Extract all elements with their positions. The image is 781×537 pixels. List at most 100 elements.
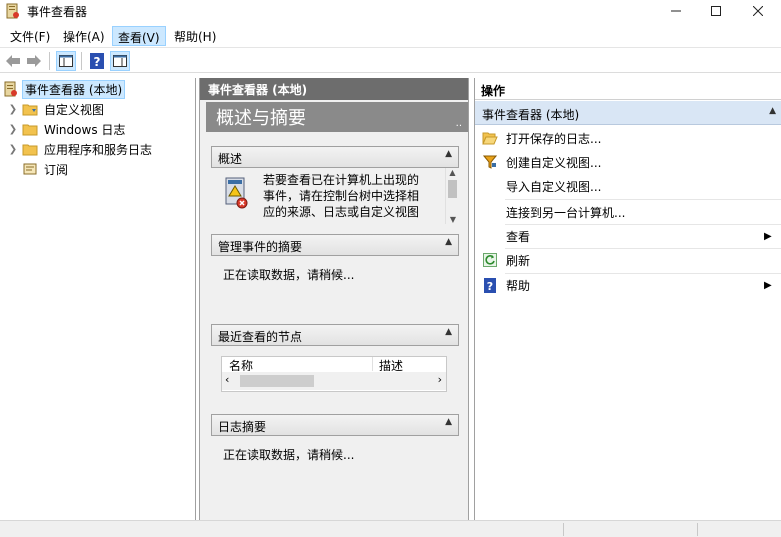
status-separator	[563, 523, 564, 536]
collapse-triangle-icon[interactable]: ▲	[445, 327, 452, 337]
collapse-triangle-icon[interactable]: ▲	[445, 149, 452, 159]
title-bar: 事件查看器	[0, 0, 781, 22]
status-bar	[0, 520, 781, 537]
action-refresh[interactable]: 刷新	[475, 248, 781, 272]
loading-text: 正在读取数据，请稍候...	[223, 268, 355, 282]
overview-section: 概述 ▲ 若要查看已在计算机上出现的 事件，请在控制台树中选择相 应的来源、日志…	[211, 146, 459, 224]
action-create-custom-view[interactable]: 创建自定义视图...	[475, 150, 781, 174]
action-label: 查看	[506, 229, 531, 244]
tree-item-windows-logs[interactable]: ❯ Windows 日志	[8, 119, 128, 139]
expand-chevron-icon[interactable]: ❯	[8, 104, 18, 115]
admin-events-header[interactable]: 管理事件的摘要 ▲	[211, 234, 459, 256]
console-tree-icon	[59, 55, 73, 67]
submenu-arrow-icon: ▶	[764, 279, 772, 291]
tree-item-subscriptions[interactable]: 订阅	[22, 159, 71, 179]
import-icon	[482, 178, 498, 194]
tree-item-custom-views[interactable]: ❯ 自定义视图	[8, 99, 107, 119]
folder-icon	[22, 104, 38, 116]
minimize-icon	[671, 10, 681, 12]
recent-nodes-body: 名称 描述 ‹ ›	[211, 346, 459, 402]
overview-description: 若要查看已在计算机上出现的 事件，请在控制台树中选择相 应的来源、日志或自定义视…	[263, 172, 441, 220]
subscription-icon	[23, 163, 37, 175]
expand-chevron-icon[interactable]: ❯	[8, 144, 18, 155]
overview-banner-title: 概述与摘要	[216, 108, 306, 129]
close-icon	[753, 6, 763, 16]
horizontal-scrollbar[interactable]: ‹ ›	[222, 372, 446, 390]
svg-text:?: ?	[487, 280, 493, 293]
actions-section-header[interactable]: 事件查看器 (本地) ▲	[475, 101, 781, 125]
scroll-right-icon[interactable]: ›	[438, 373, 442, 386]
column-header-description[interactable]: 描述	[379, 358, 403, 371]
submenu-arrow-icon: ▶	[764, 230, 772, 242]
overview-section-body: 若要查看已在计算机上出现的 事件，请在控制台树中选择相 应的来源、日志或自定义视…	[211, 168, 459, 224]
tree-item-label: 订阅	[44, 162, 69, 177]
collapse-triangle-icon[interactable]: ▲	[769, 106, 776, 116]
section-title: 日志摘要	[218, 420, 267, 434]
expand-chevron-icon[interactable]: ❯	[8, 124, 18, 135]
recent-nodes-section: 最近查看的节点 ▲ 名称 描述 ‹ ›	[211, 324, 459, 402]
log-summary-body: 正在读取数据，请稍候...	[211, 436, 459, 492]
scroll-down-icon[interactable]: ▼	[446, 215, 459, 224]
action-label: 刷新	[506, 253, 531, 268]
list-header: 名称 描述	[222, 357, 448, 371]
menu-help[interactable]: 帮助(H)	[169, 26, 221, 46]
view-icon	[482, 228, 498, 244]
tree-item-app-service-logs[interactable]: ❯ 应用程序和服务日志	[8, 139, 155, 159]
action-help-submenu[interactable]: ? 帮助 ▶	[475, 273, 781, 297]
action-import-custom-view[interactable]: 导入自定义视图...	[475, 174, 781, 198]
section-title: 最近查看的节点	[218, 330, 303, 344]
scroll-left-icon[interactable]: ‹	[225, 373, 229, 386]
event-viewer-app-icon	[6, 3, 19, 19]
column-divider	[372, 357, 373, 371]
help-icon: ?	[90, 53, 104, 69]
back-button[interactable]	[3, 51, 23, 71]
help-icon: ?	[482, 277, 498, 293]
menu-view[interactable]: 查看(V)	[112, 26, 166, 46]
connect-icon	[482, 204, 498, 220]
back-arrow-icon	[6, 55, 20, 67]
tree-item-label: 应用程序和服务日志	[44, 142, 153, 157]
scroll-thumb[interactable]	[240, 375, 314, 387]
close-button[interactable]	[741, 0, 775, 22]
scroll-up-icon[interactable]: ▲	[446, 168, 459, 177]
tree-item-label: Windows 日志	[44, 122, 126, 137]
event-log-icon	[225, 177, 248, 209]
help-toolbar-button[interactable]: ?	[87, 51, 107, 71]
recent-nodes-list[interactable]: 名称 描述 ‹ ›	[221, 356, 447, 392]
console-tree-pane: 事件查看器 (本地) ❯ 自定义视图 ❯ Windows 日志 ❯ 应用程序和服…	[0, 78, 196, 520]
minimize-button[interactable]	[659, 0, 693, 22]
tree-root-label: 事件查看器 (本地)	[22, 79, 126, 99]
maximize-icon	[711, 6, 721, 16]
action-label: 帮助	[506, 278, 531, 293]
show-hide-action-pane-button[interactable]	[110, 51, 130, 71]
toolbar-separator	[49, 52, 50, 70]
log-summary-header[interactable]: 日志摘要 ▲	[211, 414, 459, 436]
section-title: 概述	[218, 152, 243, 166]
maximize-button[interactable]	[699, 0, 733, 22]
collapse-triangle-icon[interactable]: ▲	[445, 237, 452, 247]
overview-scrollbar[interactable]: ▲ ▼	[445, 168, 459, 224]
toolbar: ?	[0, 47, 781, 73]
menu-action[interactable]: 操作(A)	[58, 26, 110, 46]
overview-line: 应的来源、日志或自定义视图	[263, 205, 420, 219]
action-open-saved-log[interactable]: 打开保存的日志...	[475, 126, 781, 150]
recent-nodes-header[interactable]: 最近查看的节点 ▲	[211, 324, 459, 346]
overview-banner: 概述与摘要 ..	[206, 102, 468, 132]
menu-file[interactable]: 文件(F)	[5, 26, 55, 46]
collapse-triangle-icon[interactable]: ▲	[445, 417, 452, 427]
event-viewer-icon	[4, 81, 17, 97]
action-connect-another-computer[interactable]: 连接到另一台计算机...	[475, 200, 781, 224]
overview-section-header[interactable]: 概述 ▲	[211, 146, 459, 168]
column-header-name[interactable]: 名称	[229, 358, 253, 371]
action-view-submenu[interactable]: 查看 ▶	[475, 224, 781, 248]
actions-section-title: 事件查看器 (本地)	[482, 108, 580, 122]
show-hide-console-tree-button[interactable]	[56, 51, 76, 71]
forward-button[interactable]	[24, 51, 44, 71]
overview-line: 若要查看已在计算机上出现的	[263, 173, 420, 187]
action-label: 创建自定义视图...	[506, 155, 602, 170]
tree-root-event-viewer-local[interactable]: 事件查看器 (本地)	[3, 79, 126, 99]
overview-line: 事件，请在控制台树中选择相	[263, 189, 420, 203]
toolbar-separator	[81, 52, 82, 70]
refresh-icon	[482, 252, 498, 268]
scroll-thumb[interactable]	[448, 180, 457, 198]
